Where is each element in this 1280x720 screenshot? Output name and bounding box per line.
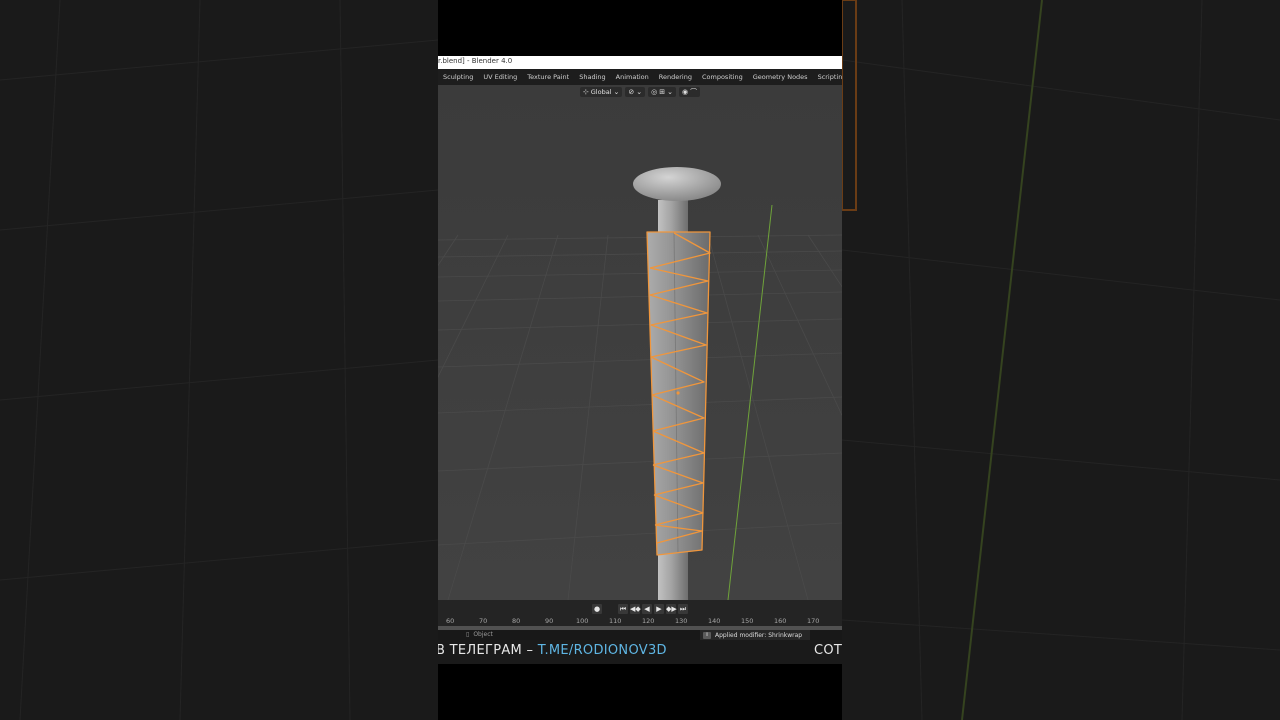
- ruler-tick: 110: [609, 617, 622, 625]
- window-title: r.blend] - Blender 4.0: [438, 57, 513, 65]
- status-bar: ▯ Object i Applied modifier: Shrinkwrap: [438, 630, 842, 640]
- tab-geometry-nodes[interactable]: Geometry Nodes: [748, 69, 813, 85]
- status-mode: ▯ Object: [466, 631, 493, 638]
- proportional-editing-icon: ◉: [682, 87, 689, 96]
- pivot-point-dropdown[interactable]: ⊘ ⌄: [625, 86, 646, 97]
- play-reverse-icon[interactable]: ◀: [642, 603, 652, 614]
- caption-text: В ТЕЛЕГРАМ –: [438, 643, 538, 658]
- workspace-tabs: Sculpting UV Editing Texture Paint Shadi…: [438, 69, 842, 85]
- ruler-tick: 150: [741, 617, 754, 625]
- caption-link: T.ME/RODIONOV3D: [537, 643, 667, 658]
- snap-toggle[interactable]: ◎ ⊞ ⌄: [648, 86, 676, 97]
- jump-end-icon[interactable]: ⏭: [678, 603, 688, 614]
- ruler-tick: 80: [512, 617, 521, 625]
- tab-scripting[interactable]: Scripting: [813, 69, 842, 85]
- ruler-tick: 100: [576, 617, 589, 625]
- snap-increment-icon: ⊞: [659, 87, 666, 96]
- tab-animation[interactable]: Animation: [611, 69, 654, 85]
- origin-point: [676, 391, 680, 395]
- status-message-text: Applied modifier: Shrinkwrap: [715, 631, 803, 639]
- ruler-tick: 140: [708, 617, 721, 625]
- chevron-down-icon: ⌄: [667, 87, 673, 96]
- ruler-tick: 170: [807, 617, 820, 625]
- frame-ruler[interactable]: 60 70 80 90 100 110 120 130 140 150 160 …: [438, 617, 842, 626]
- chevron-down-icon: ⌄: [636, 87, 643, 96]
- tab-rendering[interactable]: Rendering: [654, 69, 697, 85]
- chevron-down-icon: ⌄: [613, 87, 620, 96]
- title-bar: r.blend] - Blender 4.0: [438, 56, 842, 69]
- ruler-tick: 70: [479, 617, 488, 625]
- ruler-tick: 60: [446, 617, 455, 625]
- jump-start-icon[interactable]: ⏮: [618, 603, 628, 614]
- timeline-panel: ● ⏮ ◀◆ ◀ ▶ ◆▶ ⏭ 60 70 80 90 100 110 120 …: [438, 600, 842, 630]
- ruler-tick: 90: [545, 617, 554, 625]
- video-caption: В ТЕЛЕГРАМ – T.ME/RODIONOV3D СОТ: [438, 640, 842, 664]
- playback-controls: ● ⏮ ◀◆ ◀ ▶ ◆▶ ⏭: [438, 603, 842, 614]
- snap-magnet-icon: ◎: [651, 87, 658, 96]
- video-frame: r.blend] - Blender 4.0 Sculpting UV Edit…: [438, 0, 842, 720]
- status-message[interactable]: i Applied modifier: Shrinkwrap: [700, 630, 811, 640]
- background-blur-left: [0, 0, 438, 720]
- prev-keyframe-icon[interactable]: ◀◆: [630, 603, 641, 614]
- status-mode-label: Object: [473, 631, 493, 638]
- tab-sculpting[interactable]: Sculpting: [438, 69, 478, 85]
- play-icon[interactable]: ▶: [654, 603, 664, 614]
- tab-compositing[interactable]: Compositing: [697, 69, 748, 85]
- info-icon: i: [703, 631, 711, 639]
- 3d-viewport[interactable]: ⊹ Global ⌄ ⊘ ⌄ ◎ ⊞ ⌄ ◉ ⌒: [438, 85, 842, 600]
- viewport-header: ⊹ Global ⌄ ⊘ ⌄ ◎ ⊞ ⌄ ◉ ⌒: [438, 85, 842, 98]
- falloff-curve-icon: ⌒: [690, 87, 698, 96]
- background-blur-right: [842, 0, 1280, 720]
- transform-orientation-icon: ⊹: [582, 87, 589, 96]
- proportional-editing-toggle[interactable]: ◉ ⌒: [679, 86, 701, 97]
- caption-left: В ТЕЛЕГРАМ – T.ME/RODIONOV3D: [438, 643, 667, 658]
- transform-orientation-dropdown[interactable]: ⊹ Global ⌄: [579, 86, 623, 97]
- bat-knob: [633, 167, 721, 201]
- caption-right: СОТ: [814, 643, 842, 658]
- next-keyframe-icon[interactable]: ◆▶: [666, 603, 677, 614]
- tab-texture-paint[interactable]: Texture Paint: [522, 69, 574, 85]
- transform-orientation-label: Global: [590, 87, 612, 96]
- ruler-tick: 130: [675, 617, 688, 625]
- mouse-icon: ▯: [466, 631, 470, 638]
- tab-uv-editing[interactable]: UV Editing: [478, 69, 522, 85]
- ruler-tick: 160: [774, 617, 787, 625]
- record-icon[interactable]: ●: [592, 603, 602, 614]
- pivot-point-icon: ⊘: [628, 87, 635, 96]
- ruler-tick: 120: [642, 617, 655, 625]
- tab-shading[interactable]: Shading: [574, 69, 610, 85]
